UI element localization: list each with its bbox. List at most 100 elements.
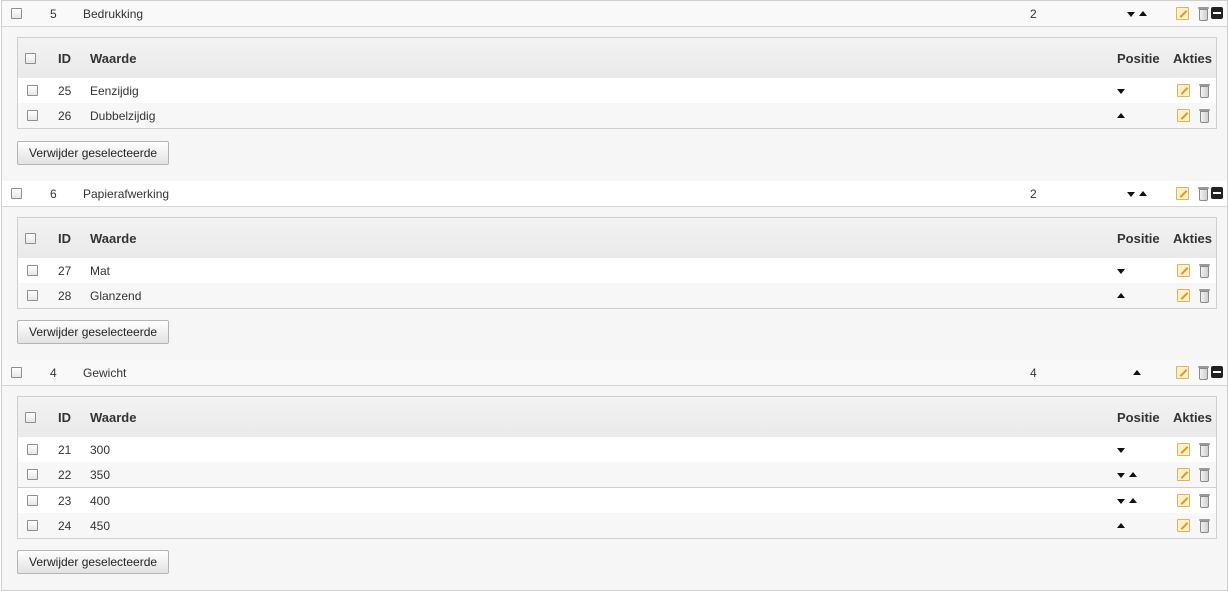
group-checkbox[interactable] (11, 367, 22, 378)
delete-selected-button[interactable]: Verwijder geselecteerde (17, 550, 170, 574)
move-down-icon[interactable] (1117, 269, 1125, 274)
table-row[interactable]: 27 Mat (18, 258, 1216, 284)
row-checkbox[interactable] (27, 265, 38, 276)
group-id: 6 (50, 187, 57, 201)
move-down-icon[interactable] (1117, 448, 1125, 453)
move-down-icon[interactable] (1127, 192, 1135, 197)
group-count: 4 (1030, 366, 1037, 380)
delete-icon[interactable] (1199, 264, 1210, 278)
delete-selected-button[interactable]: Verwijder geselecteerde (17, 320, 170, 344)
move-up-icon[interactable] (1117, 293, 1125, 298)
move-up-icon[interactable] (1139, 11, 1147, 16)
move-down-icon[interactable] (1117, 473, 1125, 478)
header-id: ID (58, 231, 71, 246)
select-all-checkbox[interactable] (25, 233, 36, 244)
move-up-icon[interactable] (1117, 523, 1125, 528)
values-table: ID Waarde Positie Akties 21 300 22 350 2… (17, 396, 1217, 539)
row-checkbox[interactable] (27, 444, 38, 455)
table-row[interactable]: 21 300 (18, 437, 1216, 463)
value-id: 26 (58, 109, 72, 123)
collapse-icon[interactable] (1211, 187, 1223, 199)
edit-icon[interactable] (1177, 443, 1190, 456)
delete-icon[interactable] (1198, 187, 1209, 201)
row-checkbox[interactable] (27, 290, 38, 301)
move-up-icon[interactable] (1139, 191, 1147, 196)
move-up-icon[interactable] (1133, 370, 1141, 375)
value-id: 22 (58, 468, 72, 482)
edit-icon[interactable] (1176, 7, 1189, 20)
delete-icon[interactable] (1199, 443, 1210, 457)
edit-icon[interactable] (1177, 264, 1190, 277)
value-id: 23 (58, 494, 72, 508)
delete-icon[interactable] (1198, 7, 1209, 21)
value-id: 27 (58, 264, 72, 278)
value-id: 21 (58, 443, 72, 457)
values-table: ID Waarde Positie Akties 25 Eenzijdig 26… (17, 37, 1217, 129)
delete-icon[interactable] (1198, 366, 1209, 380)
move-up-icon[interactable] (1129, 498, 1137, 503)
edit-icon[interactable] (1177, 494, 1190, 507)
delete-icon[interactable] (1199, 519, 1210, 533)
delete-icon[interactable] (1199, 84, 1210, 98)
values-table: ID Waarde Positie Akties 27 Mat 28 Glanz… (17, 217, 1217, 309)
delete-icon[interactable] (1199, 468, 1210, 482)
edit-icon[interactable] (1176, 366, 1189, 379)
table-row[interactable]: 22 350 (18, 462, 1216, 488)
value-id: 28 (58, 289, 72, 303)
header-akties: Akties (1173, 410, 1213, 425)
edit-icon[interactable] (1177, 519, 1190, 532)
group-row[interactable]: 6 Papierafwerking 2 (2, 181, 1227, 207)
table-row[interactable]: 26 Dubbelzijdig (18, 103, 1216, 129)
table-header: ID Waarde Positie Akties (18, 38, 1216, 79)
group-name: Bedrukking (83, 7, 144, 21)
group-row[interactable]: 4 Gewicht 4 (2, 360, 1227, 386)
table-row[interactable]: 28 Glanzend (18, 283, 1216, 309)
value-name: 300 (90, 443, 111, 457)
header-waarde: Waarde (90, 410, 137, 425)
delete-icon[interactable] (1199, 494, 1210, 508)
row-checkbox[interactable] (27, 520, 38, 531)
delete-selected-button[interactable]: Verwijder geselecteerde (17, 141, 170, 165)
group-name: Papierafwerking (83, 187, 170, 201)
group-id: 4 (50, 366, 57, 380)
collapse-icon[interactable] (1211, 366, 1223, 378)
select-all-checkbox[interactable] (25, 412, 36, 423)
delete-icon[interactable] (1199, 109, 1210, 123)
value-name: Mat (90, 264, 111, 278)
header-akties: Akties (1173, 51, 1213, 66)
header-positie: Positie (1117, 410, 1160, 425)
move-down-icon[interactable] (1117, 499, 1125, 504)
row-checkbox[interactable] (27, 469, 38, 480)
row-checkbox[interactable] (27, 85, 38, 96)
table-row[interactable]: 24 450 (18, 513, 1216, 538)
move-up-icon[interactable] (1117, 113, 1125, 118)
select-all-checkbox[interactable] (25, 53, 36, 64)
collapse-icon[interactable] (1211, 7, 1223, 19)
header-positie: Positie (1117, 51, 1160, 66)
edit-icon[interactable] (1177, 109, 1190, 122)
value-name: 400 (90, 494, 111, 508)
edit-icon[interactable] (1176, 187, 1189, 200)
attributes-panel: 5 Bedrukking 2 ID Waarde Positie Akties … (1, 0, 1228, 591)
move-up-icon[interactable] (1129, 472, 1137, 477)
move-down-icon[interactable] (1127, 12, 1135, 17)
group-checkbox[interactable] (11, 8, 22, 19)
group-checkbox[interactable] (11, 188, 22, 199)
value-id: 25 (58, 84, 72, 98)
move-down-icon[interactable] (1117, 89, 1125, 94)
header-positie: Positie (1117, 231, 1160, 246)
row-checkbox[interactable] (27, 495, 38, 506)
value-name: Glanzend (90, 289, 142, 303)
group-row[interactable]: 5 Bedrukking 2 (2, 1, 1227, 27)
delete-icon[interactable] (1199, 289, 1210, 303)
edit-icon[interactable] (1177, 468, 1190, 481)
table-row[interactable]: 23 400 (18, 488, 1216, 514)
group-count: 2 (1030, 187, 1037, 201)
row-checkbox[interactable] (27, 110, 38, 121)
table-row[interactable]: 25 Eenzijdig (18, 78, 1216, 104)
edit-icon[interactable] (1177, 84, 1190, 97)
table-header: ID Waarde Positie Akties (18, 218, 1216, 259)
value-name: Dubbelzijdig (90, 109, 156, 123)
header-id: ID (58, 410, 71, 425)
edit-icon[interactable] (1177, 289, 1190, 302)
